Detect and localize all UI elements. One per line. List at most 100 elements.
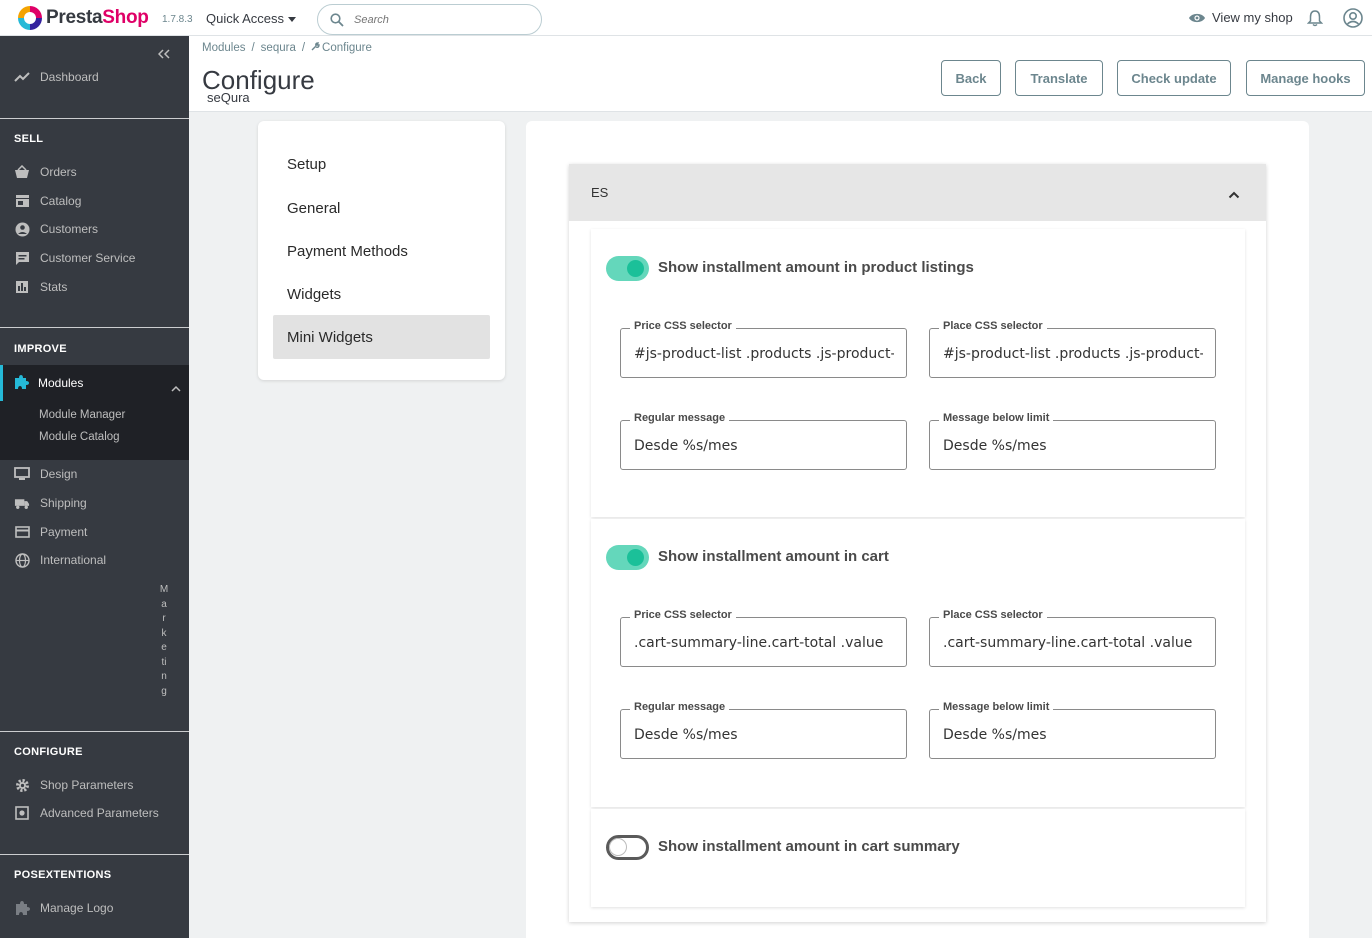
sidebar-item-label: Modules bbox=[38, 376, 84, 390]
product-listings-toggle[interactable] bbox=[606, 256, 649, 281]
place-css-selector-field[interactable]: Place CSS selector bbox=[929, 609, 1216, 667]
breadcrumb-item-modules[interactable]: Modules bbox=[202, 42, 245, 54]
sidebar-item-stats[interactable]: Stats bbox=[14, 279, 67, 295]
sidebar-divider bbox=[0, 854, 189, 855]
message-below-limit-input[interactable] bbox=[943, 725, 1203, 745]
price-css-selector-field[interactable]: Price CSS selector bbox=[620, 320, 907, 378]
check-update-button[interactable]: Check update bbox=[1117, 60, 1231, 96]
toggle-knob bbox=[627, 549, 644, 566]
sidebar-item-advanced-parameters[interactable]: Advanced Parameters bbox=[14, 805, 159, 821]
chat-icon bbox=[14, 250, 30, 266]
store-icon bbox=[14, 193, 30, 209]
section-title-improve: IMPROVE bbox=[14, 343, 67, 355]
menu-item-mini-widgets[interactable]: Mini Widgets bbox=[273, 315, 490, 359]
toggle-knob bbox=[627, 260, 644, 277]
sidebar-item-customers[interactable]: Customers bbox=[14, 221, 98, 237]
sidebar-item-label: Stats bbox=[40, 280, 68, 294]
sidebar-item-customer-service[interactable]: Customer Service bbox=[14, 250, 135, 266]
regular-message-field[interactable]: Regular message bbox=[620, 701, 907, 759]
toggle-knob bbox=[609, 838, 627, 856]
back-button[interactable]: Back bbox=[941, 60, 1001, 96]
sidebar-item-label: Orders bbox=[40, 165, 77, 179]
translate-button[interactable]: Translate bbox=[1015, 60, 1103, 96]
sidebar-item-label: Advanced Parameters bbox=[40, 806, 159, 820]
collapse-sidebar-icon[interactable] bbox=[157, 46, 170, 62]
place-css-selector-input[interactable] bbox=[943, 344, 1203, 364]
menu-item-widgets[interactable]: Widgets bbox=[273, 272, 490, 316]
logo-text-shop: Shop bbox=[102, 7, 149, 28]
price-css-selector-input[interactable] bbox=[634, 344, 894, 364]
regular-message-input[interactable] bbox=[634, 725, 894, 745]
settings-box-icon bbox=[14, 805, 30, 821]
field-label: Regular message bbox=[630, 701, 730, 713]
marketing-letter: M bbox=[159, 584, 169, 595]
message-below-limit-field[interactable]: Message below limit bbox=[929, 412, 1216, 470]
accordion-header[interactable]: ES bbox=[569, 164, 1266, 221]
sidebar-item-shipping[interactable]: Shipping bbox=[14, 495, 87, 511]
cart-summary-toggle-label: Show installment amount in cart summary bbox=[658, 838, 960, 855]
cart-toggle[interactable] bbox=[606, 545, 649, 570]
quick-access-dropdown[interactable]: Quick Access bbox=[206, 11, 297, 26]
sidebar: Dashboard SELL Orders Catalog Customers … bbox=[0, 36, 189, 938]
regular-message-input[interactable] bbox=[634, 436, 894, 456]
sidebar-item-marketing[interactable]: M a r k e ti n g bbox=[159, 583, 169, 699]
sidebar-item-label: Shop Parameters bbox=[40, 778, 134, 792]
sidebar-item-payment[interactable]: Payment bbox=[14, 524, 87, 540]
puzzle-icon bbox=[13, 374, 29, 395]
menu-item-payment-methods[interactable]: Payment Methods bbox=[273, 229, 490, 273]
account-circle-icon bbox=[14, 221, 30, 237]
user-avatar-icon[interactable] bbox=[1343, 8, 1363, 28]
search-icon bbox=[330, 13, 344, 27]
sidebar-item-international[interactable]: International bbox=[14, 552, 106, 568]
place-css-selector-input[interactable] bbox=[943, 633, 1203, 653]
sidebar-item-catalog[interactable]: Catalog bbox=[14, 193, 81, 209]
submenu-item-module-manager[interactable]: Module Manager bbox=[39, 409, 125, 421]
price-css-selector-input[interactable] bbox=[634, 633, 894, 653]
widget-section-cart: Show installment amount in cart Price CS… bbox=[591, 519, 1245, 807]
price-css-selector-field[interactable]: Price CSS selector bbox=[620, 609, 907, 667]
view-my-shop-link[interactable]: View my shop bbox=[1188, 10, 1293, 25]
sidebar-item-label: Design bbox=[40, 467, 78, 481]
sidebar-item-manage-logo[interactable]: Manage Logo bbox=[14, 900, 113, 916]
sidebar-item-modules[interactable]: Modules bbox=[0, 365, 189, 401]
gear-icon bbox=[14, 777, 30, 793]
notifications-bell-icon[interactable] bbox=[1307, 9, 1323, 27]
search-box[interactable] bbox=[317, 4, 542, 35]
breadcrumb-item-sequra[interactable]: sequra bbox=[261, 42, 296, 54]
menu-item-general[interactable]: General bbox=[273, 186, 490, 230]
sidebar-item-label: Manage Logo bbox=[40, 901, 114, 915]
eye-icon bbox=[1189, 13, 1205, 22]
field-label: Place CSS selector bbox=[939, 609, 1047, 621]
marketing-letter: n bbox=[161, 671, 167, 682]
product-listings-toggle-label: Show installment amount in product listi… bbox=[658, 259, 974, 276]
sidebar-item-dashboard[interactable]: Dashboard bbox=[14, 69, 99, 85]
submenu-item-module-catalog[interactable]: Module Catalog bbox=[39, 431, 120, 443]
cart-summary-toggle[interactable] bbox=[606, 835, 649, 860]
prestashop-logo[interactable]: PrestaShop bbox=[18, 6, 149, 30]
truck-icon bbox=[14, 495, 30, 511]
prestashop-logo-icon bbox=[18, 6, 42, 30]
sidebar-item-shop-parameters[interactable]: Shop Parameters bbox=[14, 777, 133, 793]
sidebar-divider bbox=[0, 327, 189, 328]
sidebar-item-label: Shipping bbox=[40, 496, 87, 510]
sidebar-item-label: Dashboard bbox=[40, 70, 99, 84]
menu-item-setup[interactable]: Setup bbox=[273, 142, 490, 186]
chevron-up-icon[interactable] bbox=[1228, 186, 1240, 204]
marketing-letter: r bbox=[162, 613, 166, 624]
message-below-limit-field[interactable]: Message below limit bbox=[929, 701, 1216, 759]
widget-section-cart-summary: Show installment amount in cart summary bbox=[591, 809, 1245, 907]
sidebar-item-orders[interactable]: Orders bbox=[14, 164, 77, 180]
search-input[interactable] bbox=[354, 11, 524, 29]
place-css-selector-field[interactable]: Place CSS selector bbox=[929, 320, 1216, 378]
sidebar-item-design[interactable]: Design bbox=[14, 466, 77, 482]
modules-submenu: Module Manager Module Catalog bbox=[0, 401, 189, 460]
credit-card-icon bbox=[14, 524, 30, 540]
message-below-limit-input[interactable] bbox=[943, 436, 1203, 456]
regular-message-field[interactable]: Regular message bbox=[620, 412, 907, 470]
cart-toggle-label: Show installment amount in cart bbox=[658, 548, 889, 565]
globe-icon bbox=[14, 552, 30, 568]
puzzle-icon bbox=[14, 900, 30, 916]
field-label: Regular message bbox=[630, 412, 730, 424]
manage-hooks-button[interactable]: Manage hooks bbox=[1246, 60, 1365, 96]
marketing-letter: k bbox=[161, 627, 167, 639]
